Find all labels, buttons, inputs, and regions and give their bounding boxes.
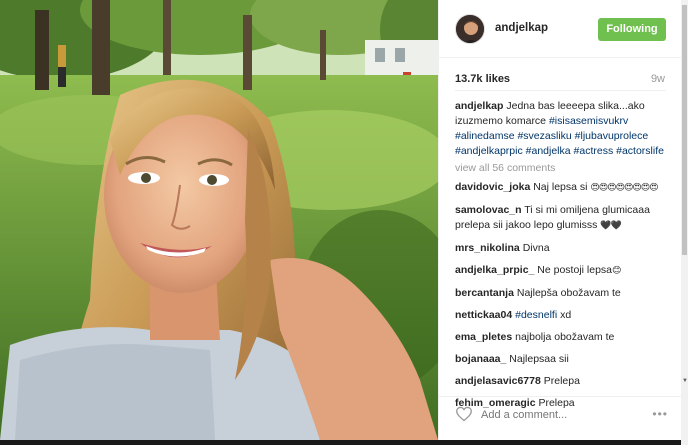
- comment-username[interactable]: davidovic_joka: [455, 181, 530, 193]
- emoji-icon: 😍😍😍😍😍😍😍😍: [590, 183, 658, 193]
- comment-item: bojanaaa_ Najlepsaa sii: [455, 352, 669, 367]
- scrollbar[interactable]: ▼: [681, 0, 688, 445]
- likes-count[interactable]: 13.7k likes: [455, 73, 510, 85]
- following-button[interactable]: Following: [598, 18, 666, 41]
- post-header: andjelkap Following: [439, 0, 682, 58]
- comment-text-suffix: xd: [557, 309, 572, 321]
- post-age[interactable]: 9w: [651, 73, 665, 85]
- comment-text: Prelepa: [540, 375, 580, 387]
- comment-username[interactable]: mrs_nikolina: [455, 242, 520, 254]
- hashtag[interactable]: #alinedamse: [455, 130, 515, 142]
- post-username[interactable]: andjelkap: [495, 22, 548, 34]
- comment-item: ema_pletes najbolja obožavam te: [455, 330, 669, 345]
- comment-item: nettickaa04 #desnelfi xd: [455, 308, 669, 323]
- comment-item: davidovic_joka Naj lepsa si 😍😍😍😍😍😍😍😍: [455, 180, 669, 196]
- comment-username[interactable]: bojanaaa_: [455, 353, 506, 365]
- scrollbar-thumb[interactable]: [682, 5, 687, 255]
- more-options-icon[interactable]: •••: [652, 407, 668, 421]
- caption-username[interactable]: andjelkap: [455, 100, 503, 112]
- comment-username[interactable]: andjelasavic6778: [455, 375, 541, 387]
- comment-item: samolovac_n Ti si mi omiljena glumicaaa …: [455, 203, 669, 234]
- comment-item: andjelasavic6778 Prelepa: [455, 374, 669, 389]
- avatar[interactable]: [455, 14, 485, 44]
- hashtag[interactable]: #actorslife: [616, 145, 664, 157]
- comment-text: Divna: [519, 242, 550, 254]
- instagram-post-window: andjelkap Following 13.7k likes 9w andje…: [0, 0, 688, 445]
- heart-emoji-icon: 🖤🖤: [600, 221, 621, 231]
- add-comment-input[interactable]: [481, 409, 631, 421]
- smile-emoji-icon: 😊: [612, 266, 621, 276]
- comment-text: najbolja obožavam te: [512, 331, 615, 343]
- comment-username[interactable]: samolovac_n: [455, 204, 522, 216]
- comment-username[interactable]: nettickaa04: [455, 309, 512, 321]
- hashtag[interactable]: #andjelkaprpic: [455, 145, 523, 157]
- comment-username[interactable]: andjelka_prpic_: [455, 264, 534, 276]
- post-footer: •••: [439, 396, 682, 440]
- window-bottom-edge: [0, 440, 681, 445]
- comment-username[interactable]: ema_pletes: [455, 331, 512, 343]
- hashtag[interactable]: #ljubavuprolece: [575, 130, 649, 142]
- comment-item: andjelka_prpic_ Ne postoji lepsa😊: [455, 263, 669, 279]
- avatar-image: [456, 15, 484, 43]
- hashtag[interactable]: #andjelka: [526, 145, 571, 157]
- comments-list: andjelkap Jedna bas leeeepa slika...ako …: [455, 99, 669, 418]
- comment-text: Najlepša obožavam te: [513, 287, 621, 299]
- comment-text: Ne postoji lepsa: [534, 264, 613, 276]
- heart-icon[interactable]: [455, 406, 473, 422]
- comment-item: mrs_nikolina Divna: [455, 241, 669, 256]
- post-photo[interactable]: [0, 0, 438, 440]
- view-all-comments-link[interactable]: view all 56 comments: [455, 161, 669, 176]
- hashtag[interactable]: #isisasemisvukrv: [549, 115, 628, 127]
- photo-artwork: [0, 0, 438, 440]
- hashtag[interactable]: #actress: [574, 145, 614, 157]
- comment-text: Naj lepsa si: [530, 181, 588, 193]
- scroll-down-arrow-icon[interactable]: ▼: [682, 378, 688, 384]
- caption: andjelkap Jedna bas leeeepa slika...ako …: [455, 99, 669, 159]
- comment-username[interactable]: bercantanja: [455, 287, 514, 299]
- hashtag[interactable]: #desnelfi: [515, 309, 557, 321]
- hashtag[interactable]: #svezasliku: [517, 130, 571, 142]
- post-sidebar: andjelkap Following 13.7k likes 9w andje…: [438, 0, 682, 440]
- likes-divider: [455, 90, 666, 91]
- comment-item: bercantanja Najlepša obožavam te: [455, 286, 669, 301]
- comment-text: Najlepsaa sii: [506, 353, 569, 365]
